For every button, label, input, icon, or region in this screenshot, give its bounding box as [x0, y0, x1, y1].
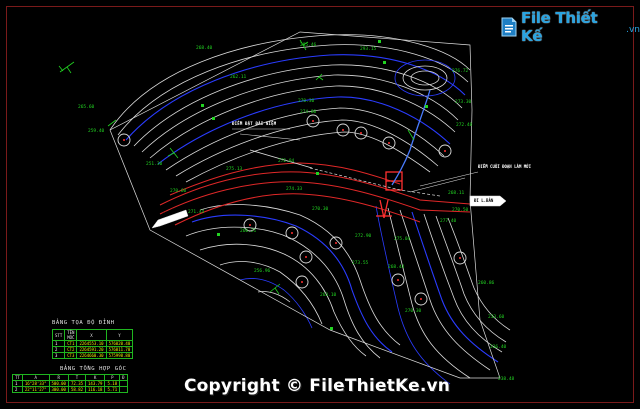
svg-text:268.11: 268.11 [448, 190, 465, 196]
notice-right-label: ĐIỂM CUỐI ĐOẠN LÀM MỚI [478, 164, 531, 169]
svg-text:268.44: 268.44 [388, 264, 405, 270]
svg-text:233.60: 233.60 [488, 314, 505, 320]
coordinate-table-block: BẢNG TỌA ĐỘ ĐỈNH STT TÊN MỐC X Y 1 CT1 2… [51, 320, 134, 359]
svg-text:270.50: 270.50 [452, 207, 469, 213]
svg-text:238.48: 238.48 [498, 376, 515, 382]
svg-text:273.30: 273.30 [455, 99, 472, 105]
summary-table-title: BẢNG TỔNG HỢP GÓC [60, 366, 127, 372]
svg-text:276.72: 276.72 [452, 68, 469, 74]
svg-text:260.21: 260.21 [240, 228, 257, 234]
brand-logo: File Thiết Kế .vn [500, 9, 640, 45]
summary-table-block: BẢNG TỔNG HỢP GÓC TT A R T K P Đ 1 16°28… [12, 366, 128, 393]
svg-text:270.60: 270.60 [170, 188, 187, 194]
table-cell: 575998.80 [105, 352, 134, 359]
svg-text:270.30: 270.30 [312, 206, 329, 212]
svg-text:275.04: 275.04 [394, 236, 411, 242]
brand-name: File Thiết Kế [521, 9, 598, 45]
table-cell: 500.00 [48, 380, 69, 387]
svg-text:262.11: 262.11 [230, 74, 247, 80]
svg-text:268.40: 268.40 [196, 45, 213, 51]
arrow-right-label: ĐI L.BẢN [474, 198, 494, 203]
table-cell: 58.82 [67, 386, 87, 393]
table-cell: 2264591.20 [76, 346, 107, 353]
table-cell: 2 [12, 386, 23, 393]
svg-text:265.60: 265.60 [78, 104, 95, 110]
table-cell: 3 [51, 352, 66, 359]
table-cell: 2264553.10 [76, 340, 107, 347]
svg-text:259.40: 259.40 [88, 128, 105, 134]
summary-table: TT A R T K P Đ 1 16°28'33" 500.00 72.35 … [12, 374, 128, 393]
table-cell: 300.00 [48, 386, 69, 393]
svg-text:271.44: 271.44 [188, 209, 205, 215]
table-row: 2 22°11'27" 300.00 58.82 116.18 5.71 [12, 386, 128, 393]
coordinate-table: STT TÊN MỐC X Y 1 CT1 2264553.10 576020.… [51, 329, 134, 359]
copyright-watermark: Copyright © FileThietKe.vn [184, 376, 451, 396]
table-cell: CT3 [64, 352, 78, 359]
svg-text:256.96: 256.96 [254, 268, 271, 274]
table-cell: 116.18 [85, 386, 106, 393]
table-cell: 5.71 [104, 386, 121, 393]
svg-text:285.46: 285.46 [300, 42, 317, 48]
svg-text:274.33: 274.33 [286, 186, 303, 192]
brand-tld: .vn [626, 25, 640, 35]
table-cell: 576011.70 [105, 346, 134, 353]
svg-text:270.30: 270.30 [298, 98, 315, 104]
table-cell: 16°28'33" [21, 380, 50, 387]
table-header-cell: X [76, 329, 107, 341]
svg-text:274.80: 274.80 [300, 109, 317, 115]
svg-text:260.86: 260.86 [478, 280, 495, 286]
svg-text:236.40: 236.40 [490, 344, 507, 350]
table-cell: 22°11'27" [21, 386, 50, 393]
table-row: 3 CT3 2264660.30 575998.80 [51, 352, 134, 359]
table-cell: 143.79 [85, 380, 106, 387]
svg-text:273.55: 273.55 [352, 260, 369, 266]
svg-text:263.10: 263.10 [320, 292, 337, 298]
table-header-row: STT TÊN MỐC X Y [51, 329, 134, 341]
notice-main-label: ĐIỂM ĐẶT ĐÀI NIỆM [232, 121, 277, 126]
svg-text:293.15: 293.15 [360, 46, 377, 52]
table-cell [119, 386, 128, 393]
svg-text:272.90: 272.90 [355, 233, 372, 239]
table-cell: 72.35 [67, 380, 87, 387]
svg-text:251.30: 251.30 [146, 161, 163, 167]
coordinate-table-title: BẢNG TỌA ĐỘ ĐỈNH [52, 320, 115, 326]
table-cell: 2264660.30 [76, 352, 107, 359]
svg-text:277.40: 277.40 [440, 218, 457, 224]
table-header-cell: STT [51, 329, 66, 341]
svg-text:270.30: 270.30 [405, 308, 422, 314]
svg-text:272.48: 272.48 [456, 122, 473, 128]
svg-text:275.13: 275.13 [226, 166, 243, 172]
brand-mark-icon [500, 17, 518, 37]
table-header-cell: TÊN MỐC [64, 329, 78, 341]
table-cell: 576020.40 [105, 340, 134, 347]
table-header-cell: Y [105, 329, 134, 341]
svg-text:272.84: 272.84 [278, 158, 295, 164]
